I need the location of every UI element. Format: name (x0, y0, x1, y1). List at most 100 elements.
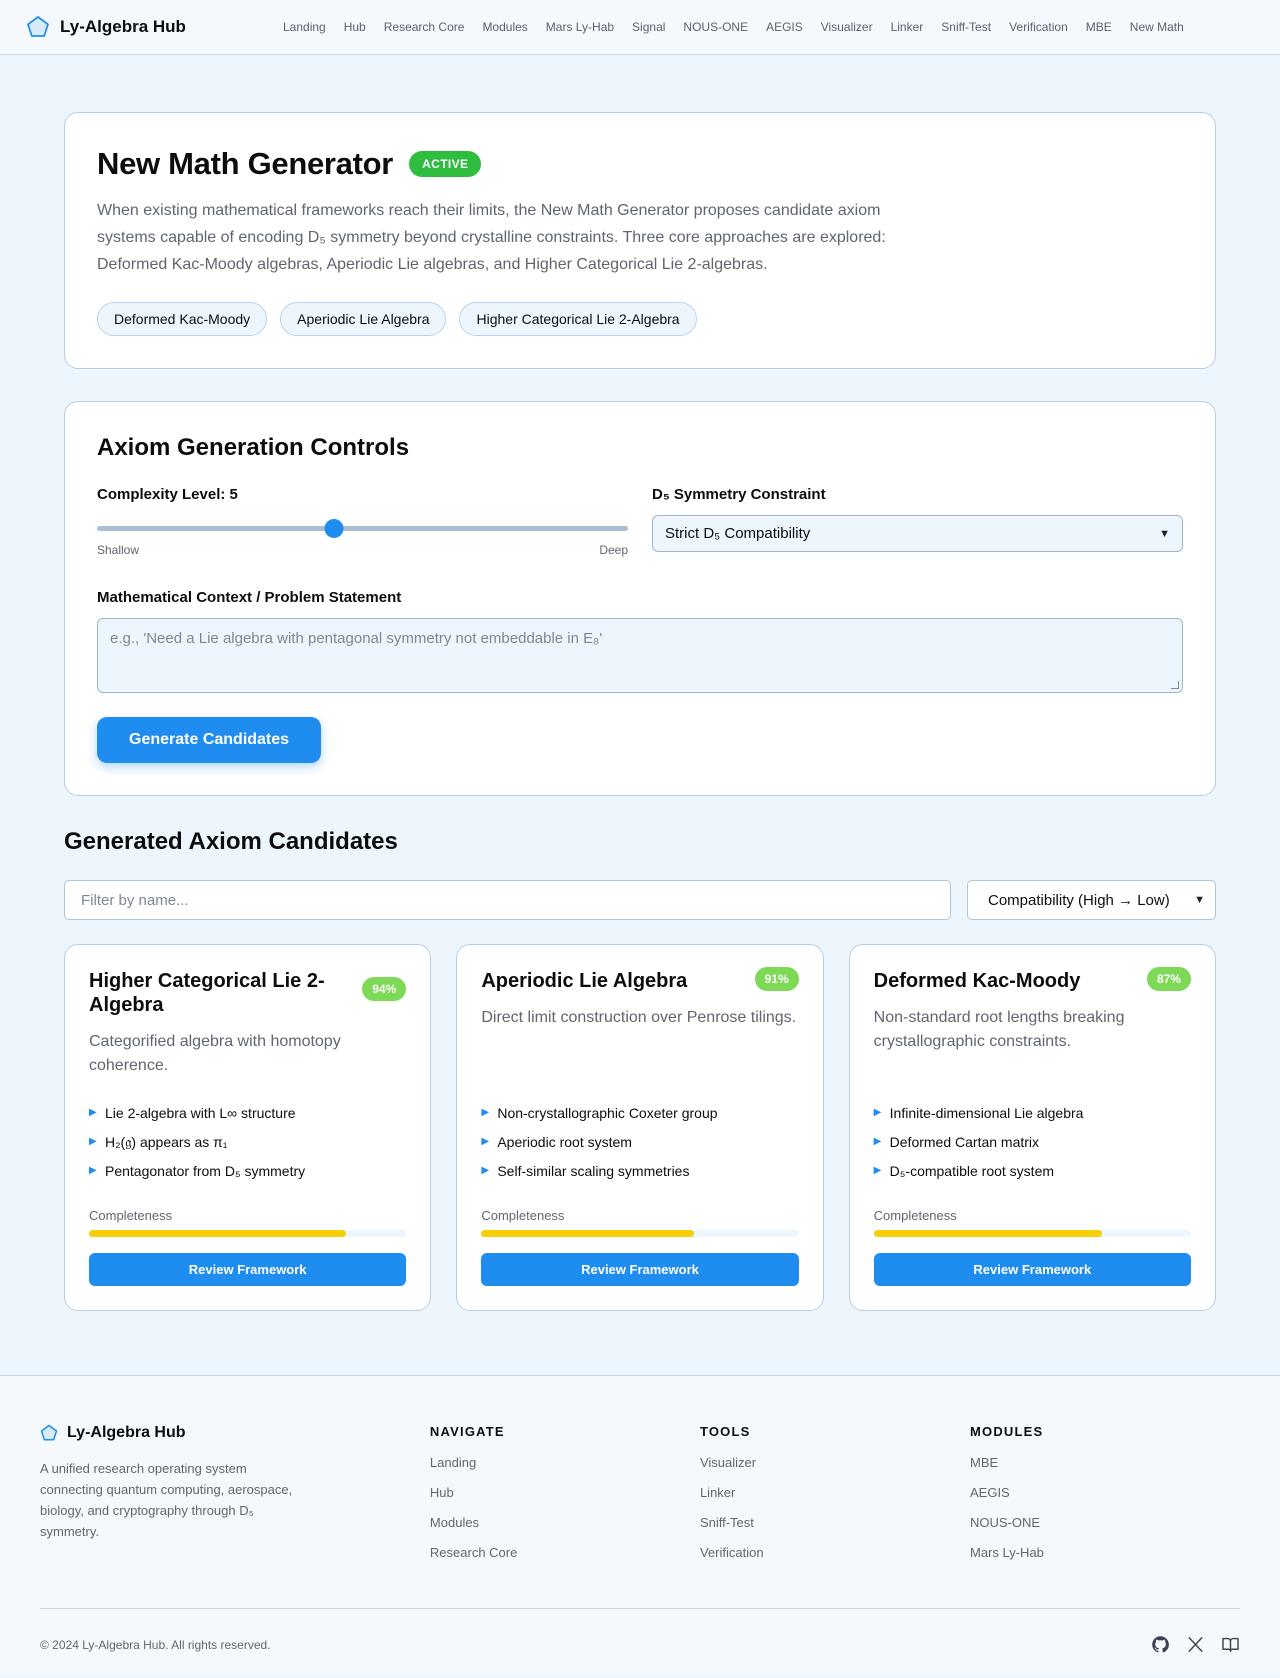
sort-select-value: Compatibility (High → Low) (988, 891, 1170, 909)
feature-text: Non-crystallographic Coxeter group (497, 1105, 718, 1121)
candidate-card: Higher Categorical Lie 2-Algebra 94% Cat… (64, 944, 432, 1311)
github-icon[interactable] (1151, 1635, 1170, 1654)
candidate-title: Deformed Kac-Moody (873, 970, 1081, 992)
feature-list: ▶ Non-crystallographic Coxeter group ▶ Ape… (481, 1105, 798, 1192)
footer-link-hub[interactable]: Hub (430, 1485, 700, 1500)
symmetry-select[interactable]: Strict D₅ Compatibility ▼ (652, 515, 1183, 552)
status-badge: ACTIVE (409, 151, 482, 177)
review-framework-button[interactable]: Review Framework (873, 1253, 1191, 1286)
hero-description: When existing mathematical frameworks re… (97, 202, 886, 273)
feature-text: Deformed Cartan matrix (889, 1134, 1040, 1150)
slider-thumb[interactable] (324, 519, 344, 538)
slider-track[interactable] (97, 526, 628, 531)
footer-links: Visualizer Linker Sniff-Test Verificatio… (700, 1455, 970, 1560)
footer-link-mbe[interactable]: MBE (970, 1455, 1240, 1470)
filter-placeholder: Filter by name... (81, 891, 189, 909)
review-framework-button[interactable]: Review Framework (89, 1253, 407, 1286)
nav-link-aegis[interactable]: AEGIS (757, 20, 812, 34)
footer-col-tools: TOOLS Visualizer Linker Sniff-Test Verif… (700, 1424, 970, 1575)
nav-link-mars-ly-hab[interactable]: Mars Ly-Hab (537, 20, 623, 34)
footer-links: Landing Hub Modules Research Core (430, 1455, 700, 1560)
pentagon-icon (27, 16, 49, 37)
footer-link-sniff-test[interactable]: Sniff-Test (700, 1515, 970, 1530)
feature-text: Infinite-dimensional Lie algebra (889, 1105, 1084, 1121)
triangle-right-icon: ▶ (89, 1107, 97, 1118)
nav-link-research-core[interactable]: Research Core (375, 20, 474, 34)
x-icon[interactable] (1186, 1635, 1205, 1654)
footer-description: A unified research operating system conn… (40, 1461, 293, 1539)
slider-min-label: Shallow (97, 543, 140, 557)
footer-col-title: NAVIGATE (429, 1424, 505, 1439)
results-title: Generated Axiom Candidates (64, 828, 398, 855)
completeness-fill (89, 1230, 347, 1237)
chip-higher-categorical-lie-2-algebra[interactable]: Higher Categorical Lie 2-Algebra (459, 302, 697, 336)
candidate-header: Higher Categorical Lie 2-Algebra 94% (89, 969, 407, 1017)
hero-card: New Math Generator ACTIVE When existing … (64, 112, 1216, 369)
candidate-description: Categorified algebra with homotopy coher… (89, 1033, 341, 1074)
sort-select[interactable]: Compatibility (High → Low) ▼ (967, 880, 1216, 920)
completeness-fill (873, 1230, 1103, 1237)
feature-item: ▶ Self-similar scaling symmetries (481, 1163, 798, 1179)
nav-link-verification[interactable]: Verification (1000, 20, 1077, 34)
nav-link-nous-one[interactable]: NOUS-ONE (674, 20, 757, 34)
chip-deformed-kac-moody[interactable]: Deformed Kac-Moody (97, 302, 268, 336)
footer-link-linker[interactable]: Linker (700, 1485, 970, 1500)
nav-link-new-math[interactable]: New Math (1121, 20, 1193, 34)
footer-links: MBE AEGIS NOUS-ONE Mars Ly-Hab (970, 1455, 1240, 1560)
footer-link-landing[interactable]: Landing (430, 1455, 700, 1470)
nav-link-modules[interactable]: Modules (473, 20, 536, 34)
footer-link-nous-one[interactable]: NOUS-ONE (970, 1515, 1240, 1530)
candidate-description: Direct limit construction over Penrose t… (481, 1009, 797, 1026)
nav-link-linker[interactable]: Linker (882, 20, 933, 34)
footer-brand-row[interactable]: Ly-Algebra Hub (40, 1424, 430, 1442)
axiom-controls-card: Axiom Generation Controls Complexity Lev… (64, 401, 1216, 796)
nav-link-signal[interactable]: Signal (623, 20, 674, 34)
triangle-right-icon: ▶ (481, 1165, 490, 1176)
complexity-control: Complexity Level: 5 Shallow Deep (97, 486, 628, 557)
candidate-title: Higher Categorical Lie 2-Algebra (89, 970, 325, 1016)
footer-link-aegis[interactable]: AEGIS (970, 1485, 1240, 1500)
slider-range-labels: Shallow Deep (97, 543, 628, 557)
feature-text: Pentagonator from D₅ symmetry (105, 1163, 306, 1179)
slider-max-label: Deep (599, 543, 628, 557)
complexity-slider[interactable] (97, 519, 628, 538)
completeness-label: Completeness (89, 1208, 173, 1223)
triangle-right-icon: ▶ (873, 1165, 882, 1176)
footer-link-research-core[interactable]: Research Core (430, 1545, 700, 1560)
chip-aperiodic-lie-algebra[interactable]: Aperiodic Lie Algebra (280, 302, 447, 336)
footer-link-visualizer[interactable]: Visualizer (700, 1455, 970, 1470)
completeness-fill (481, 1230, 694, 1237)
footer-link-modules[interactable]: Modules (430, 1515, 700, 1530)
resize-handle-icon[interactable] (1171, 681, 1179, 689)
context-textarea[interactable]: e.g., 'Need a Lie algebra with pentagona… (97, 618, 1183, 693)
footer-brand: Ly-Algebra Hub A unified research operat… (40, 1424, 430, 1575)
filter-input[interactable]: Filter by name... (64, 880, 951, 920)
book-icon[interactable] (1221, 1635, 1240, 1654)
compatibility-badge: 91% (754, 967, 799, 991)
brand[interactable]: Ly-Algebra Hub (26, 15, 274, 39)
completeness-bar (481, 1230, 799, 1237)
nav-link-sniff-test[interactable]: Sniff-Test (932, 20, 1000, 34)
candidate-header: Aperiodic Lie Algebra 91% (481, 967, 799, 993)
generate-candidates-button[interactable]: Generate Candidates (97, 717, 322, 763)
filter-row: Filter by name... Compatibility (High → … (64, 880, 1216, 920)
footer-link-mars-ly-hab[interactable]: Mars Ly-Hab (970, 1545, 1240, 1560)
nav-link-landing[interactable]: Landing (274, 20, 335, 34)
feature-text: Lie 2-algebra with L∞ structure (105, 1105, 296, 1121)
nav-link-visualizer[interactable]: Visualizer (812, 20, 882, 34)
review-framework-button[interactable]: Review Framework (481, 1253, 799, 1286)
triangle-right-icon: ▶ (481, 1107, 490, 1118)
footer-grid: Ly-Algebra Hub A unified research operat… (40, 1424, 1240, 1575)
hero-title-row: New Math Generator ACTIVE (97, 146, 1183, 182)
chevron-down-icon: ▼ (1194, 894, 1205, 906)
compatibility-badge: 87% (1146, 967, 1191, 991)
brand-name: Ly-Algebra Hub (60, 17, 186, 36)
triangle-right-icon: ▶ (873, 1136, 882, 1147)
footer-link-verification[interactable]: Verification (700, 1545, 970, 1560)
candidate-grid: Higher Categorical Lie 2-Algebra 94% Cat… (64, 944, 1216, 1311)
nav-link-hub[interactable]: Hub (335, 20, 375, 34)
context-label: Mathematical Context / Problem Statement (97, 589, 402, 606)
nav-link-mbe[interactable]: MBE (1077, 20, 1121, 34)
completeness-bar (89, 1230, 407, 1237)
approach-chips: Deformed Kac-Moody Aperiodic Lie Algebra… (97, 302, 1183, 336)
